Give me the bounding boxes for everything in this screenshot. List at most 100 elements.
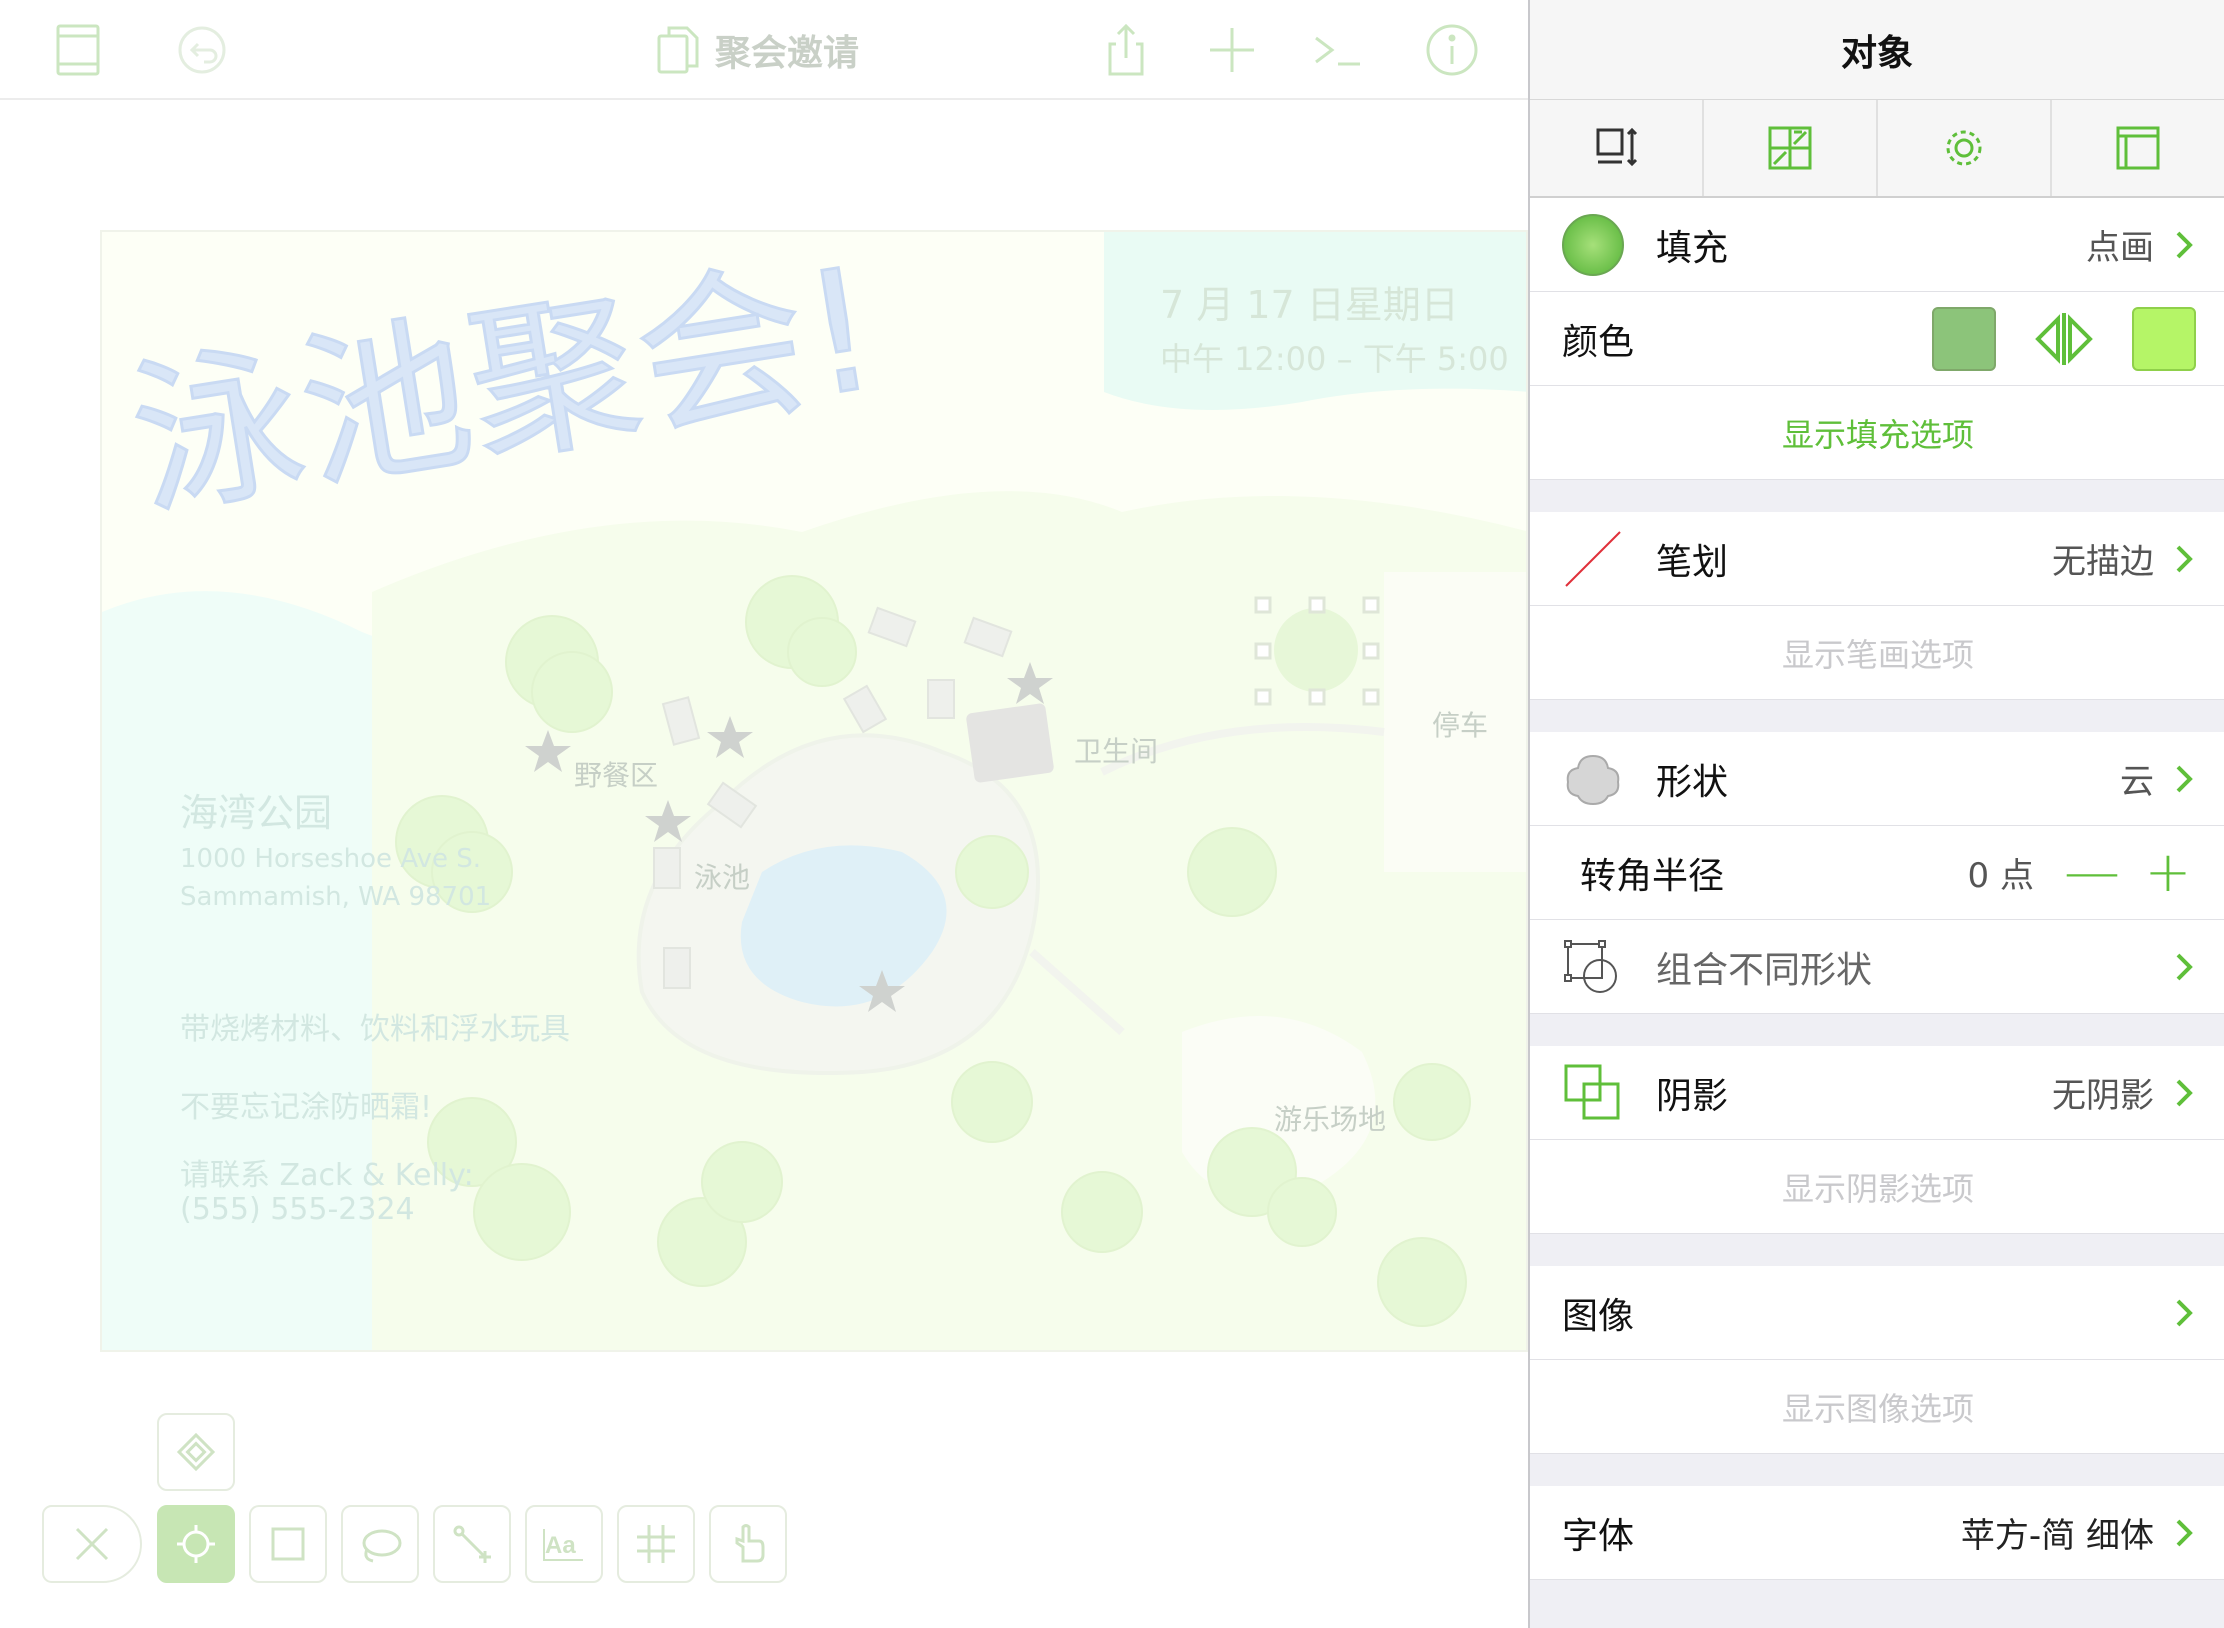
shape-value: 云 — [2120, 762, 2154, 802]
canvas-tab[interactable] — [2052, 100, 2224, 196]
no-stroke-icon — [1565, 530, 1621, 587]
show-shadow-options-row: 显示阴影选项 — [1530, 1140, 2224, 1234]
settings-tab[interactable] — [1878, 100, 2052, 196]
chevron-right-icon — [2176, 953, 2193, 980]
increment-button[interactable]: + — [2140, 844, 2196, 901]
corner-radius-label: 转角半径 — [1580, 855, 1725, 897]
corner-radius-value: 0 点 — [1967, 856, 2034, 896]
font-value: 苹方-简 细体 — [1960, 1516, 2154, 1556]
undo-icon[interactable] — [172, 20, 232, 80]
fill-label: 填充 — [1656, 227, 1729, 269]
svg-text:Aa: Aa — [545, 1532, 576, 1559]
shape-row[interactable]: 形状 云 — [1530, 732, 2224, 826]
rectangle-tool[interactable] — [249, 1505, 327, 1583]
park-name[interactable]: 海湾公园 — [180, 782, 332, 837]
canvas-area: 聚会邀请 泳池聚会! 7 月 17 日星期日 中午 12:00 – 下午 5:0… — [0, 0, 1528, 1628]
chevron-right-icon — [2176, 545, 2193, 572]
map-label-parking[interactable]: 停车 — [1432, 704, 1488, 744]
image-row[interactable]: 图像 — [1530, 1266, 2224, 1360]
section-divider — [1530, 1014, 2224, 1046]
note-sunscreen[interactable]: 不要忘记涂防晒霜! — [180, 1082, 432, 1126]
section-divider — [1530, 1454, 2224, 1486]
top-toolbar: 聚会邀请 — [0, 0, 1528, 100]
color-label: 颜色 — [1562, 321, 1635, 363]
fill-style-tab-icon — [1768, 126, 1812, 170]
map-label-playground[interactable]: 游乐场地 — [1274, 1098, 1386, 1138]
shadow-label: 阴影 — [1656, 1075, 1729, 1117]
chevron-right-icon — [2176, 1519, 2193, 1546]
show-fill-options-link[interactable]: 显示填充选项 — [1782, 410, 1974, 456]
contact-line-2[interactable]: (555) 555-2324 — [180, 1192, 415, 1227]
shadow-icon — [1564, 1064, 1620, 1119]
show-fill-options-row[interactable]: 显示填充选项 — [1530, 386, 2224, 480]
stroke-row[interactable]: 笔划 无描边 — [1530, 512, 2224, 606]
stroke-value: 无描边 — [2052, 542, 2154, 582]
canvas-tab-icon — [2116, 126, 2160, 170]
event-time[interactable]: 中午 12:00 – 下午 5:00 — [1160, 334, 1509, 380]
map-label-picnic[interactable]: 野餐区 — [574, 754, 658, 794]
select-tool[interactable] — [157, 1505, 235, 1583]
combine-shapes-icon — [1564, 939, 1617, 993]
inspector-body: 填充 点画 颜色 显示填充选项 笔划 无描边 显示笔画选项 形状 云 转角半径 … — [1530, 198, 2224, 1580]
show-image-options-link: 显示图像选项 — [1781, 1389, 1974, 1428]
image-label: 图像 — [1562, 1295, 1635, 1337]
sidebar-icon[interactable] — [48, 20, 108, 80]
chevron-right-icon — [2176, 1299, 2193, 1326]
font-label: 字体 — [1562, 1515, 1635, 1557]
show-stroke-options-link: 显示笔画选项 — [1781, 635, 1974, 674]
cloud-shape-icon — [1566, 754, 1620, 805]
fill-swatch-icon — [1562, 213, 1624, 276]
section-divider — [1530, 700, 2224, 732]
font-row[interactable]: 字体 苹方-简 细体 — [1530, 1486, 2224, 1580]
stroke-label: 笔划 — [1656, 541, 1729, 583]
arrange-tab-icon — [1596, 127, 1638, 167]
shadow-value: 无阴影 — [2052, 1076, 2154, 1116]
fill-value: 点画 — [2086, 228, 2154, 268]
document-canvas[interactable]: 泳池聚会! 7 月 17 日星期日 中午 12:00 – 下午 5:00 海湾公… — [100, 230, 1528, 1352]
fill-style-tab[interactable] — [1704, 100, 1878, 196]
object-inspector: 对象 填充 点画 颜色 显示填充选项 笔划 无描边 显示笔画选项 形状 云 转角… — [1528, 0, 2224, 1628]
console-icon[interactable] — [1308, 20, 1368, 80]
info-icon[interactable] — [1422, 20, 1482, 80]
combine-shapes-label: 组合不同形状 — [1656, 949, 1873, 991]
fill-row[interactable]: 填充 点画 — [1530, 198, 2224, 292]
document-title-area[interactable]: 聚会邀请 — [655, 22, 859, 78]
shadow-row[interactable]: 阴影 无阴影 — [1530, 1046, 2224, 1140]
map-label-pool[interactable]: 泳池 — [694, 856, 750, 896]
grid-tool[interactable] — [617, 1505, 695, 1583]
inspector-title: 对象 — [1840, 32, 1913, 74]
address-line-2[interactable]: Sammamish, WA 98701 — [180, 882, 491, 912]
map-label-restroom[interactable]: 卫生间 — [1074, 730, 1158, 770]
corner-radius-row: 转角半径 0 点 — + — [1530, 826, 2224, 920]
section-divider — [1530, 480, 2224, 512]
address-line-1[interactable]: 1000 Horseshoe Ave S. — [180, 844, 481, 874]
hand-tool[interactable] — [709, 1505, 787, 1583]
color-swatch-primary[interactable] — [1932, 306, 1996, 371]
arrange-tab[interactable] — [1530, 100, 1704, 196]
contact-line-1[interactable]: 请联系 Zack & Kelly: — [180, 1150, 474, 1194]
pen-tool[interactable] — [42, 1505, 142, 1583]
share-icon[interactable] — [1096, 20, 1156, 80]
connect-tool[interactable] — [433, 1505, 511, 1583]
text-tool[interactable]: Aa — [525, 1505, 603, 1583]
show-stroke-options-row: 显示笔画选项 — [1530, 606, 2224, 700]
chevron-right-icon — [2176, 765, 2193, 792]
copy-icon — [655, 24, 701, 76]
show-image-options-row: 显示图像选项 — [1530, 1360, 2224, 1454]
inspector-header: 对象 — [1530, 0, 2224, 100]
swap-colors-icon[interactable] — [2032, 311, 2096, 367]
show-shadow-options-link: 显示阴影选项 — [1781, 1169, 1974, 1208]
inspector-tabs — [1530, 100, 2224, 198]
note-bring[interactable]: 带烧烤材料、饮料和浮水玩具 — [180, 1004, 570, 1048]
lasso-tool[interactable] — [341, 1505, 419, 1583]
decrement-button[interactable]: — — [2064, 844, 2120, 901]
chevron-right-icon — [2176, 231, 2193, 258]
combine-shapes-row[interactable]: 组合不同形状 — [1530, 920, 2224, 1014]
chevron-right-icon — [2176, 1079, 2193, 1106]
document-title: 聚会邀请 — [715, 33, 860, 74]
style-tool[interactable] — [157, 1413, 235, 1491]
settings-tab-icon — [1946, 130, 1982, 166]
add-icon[interactable] — [1202, 20, 1262, 80]
color-swatch-secondary[interactable] — [2132, 306, 2196, 371]
event-date[interactable]: 7 月 17 日星期日 — [1160, 274, 1459, 329]
